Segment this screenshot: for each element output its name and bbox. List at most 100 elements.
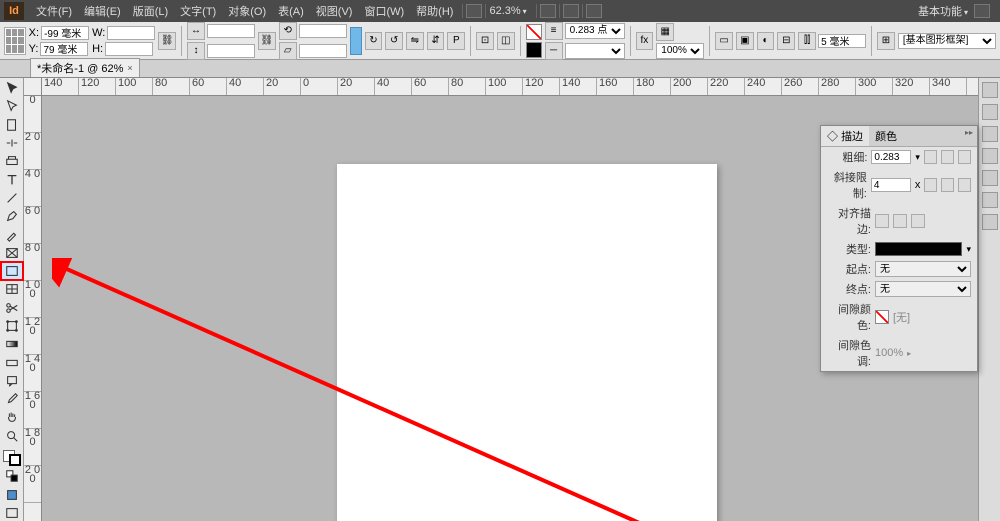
view-mode-icon[interactable] bbox=[2, 505, 22, 521]
flip-v-icon[interactable]: ⇵ bbox=[427, 32, 445, 50]
align-center-icon[interactable] bbox=[875, 214, 889, 228]
scissors-tool[interactable] bbox=[2, 300, 22, 316]
cc-libraries-panel-icon[interactable] bbox=[982, 214, 998, 230]
search-icon[interactable] bbox=[974, 4, 990, 18]
stroke-type-preview[interactable] bbox=[875, 242, 962, 256]
constrain-wh-icon[interactable]: ⛓ bbox=[158, 32, 176, 50]
cap-butt-icon[interactable] bbox=[924, 150, 937, 164]
arrange-docs-icon[interactable] bbox=[586, 4, 602, 18]
gutter-input[interactable] bbox=[818, 34, 866, 48]
hand-tool[interactable] bbox=[2, 409, 22, 425]
eyedropper-tool[interactable] bbox=[2, 391, 22, 407]
selection-tool[interactable] bbox=[2, 80, 22, 96]
document-tab[interactable]: *未命名-1 @ 62% × bbox=[30, 58, 140, 77]
stroke-tab[interactable]: ◇ 描边 bbox=[821, 126, 869, 146]
vertical-ruler[interactable]: 02 04 06 08 01 0 01 2 01 4 01 6 01 8 02 … bbox=[24, 96, 42, 521]
opacity-select[interactable]: 100% bbox=[656, 43, 704, 59]
align-outside-icon[interactable] bbox=[911, 214, 925, 228]
rotate-input[interactable] bbox=[299, 24, 347, 38]
h-input[interactable] bbox=[105, 42, 153, 56]
line-tool[interactable] bbox=[2, 190, 22, 206]
menu-object[interactable]: 对象(O) bbox=[222, 3, 272, 19]
gradient-feather-tool[interactable] bbox=[2, 354, 22, 370]
menu-window[interactable]: 窗口(W) bbox=[358, 3, 410, 19]
stroke-panel-icon[interactable] bbox=[982, 148, 998, 164]
end-select[interactable]: 无 bbox=[875, 281, 971, 297]
zoom-level[interactable]: 62.3% bbox=[489, 5, 533, 17]
table-tool[interactable] bbox=[2, 281, 22, 297]
note-tool[interactable] bbox=[2, 373, 22, 389]
shear-input[interactable] bbox=[299, 44, 347, 58]
fill-stroke-swatch[interactable] bbox=[3, 450, 21, 466]
y-input[interactable] bbox=[40, 42, 88, 56]
close-tab-icon[interactable]: × bbox=[127, 63, 132, 73]
text-wrap-jump-icon[interactable]: ⊟ bbox=[777, 32, 795, 50]
ruler-origin[interactable] bbox=[24, 78, 42, 96]
text-wrap-bbox-icon[interactable]: ▣ bbox=[736, 32, 754, 50]
w-input[interactable] bbox=[107, 26, 155, 40]
stroke-panel[interactable]: ◇ 描边 颜色 ▸▸ 粗细: ▾ 斜接限制: x 对齐描边: 类型: ▾ 起点:… bbox=[820, 125, 978, 372]
align-inside-icon[interactable] bbox=[893, 214, 907, 228]
frame-fitting-icon[interactable]: ⊞ bbox=[877, 32, 895, 50]
select-container-icon[interactable]: ⊡ bbox=[476, 32, 494, 50]
menu-view[interactable]: 视图(V) bbox=[310, 3, 359, 19]
select-content-icon[interactable]: ◫ bbox=[497, 32, 515, 50]
horizontal-ruler[interactable]: 1401201008060402002040608010012014016018… bbox=[42, 78, 978, 96]
workspace-switcher[interactable]: 基本功能 bbox=[918, 3, 968, 19]
effects-icon[interactable]: fx bbox=[636, 32, 654, 50]
fill-swatch[interactable] bbox=[526, 24, 542, 40]
gap-tool[interactable] bbox=[2, 135, 22, 151]
join-bevel-icon[interactable] bbox=[958, 178, 971, 192]
pages-panel-icon[interactable] bbox=[982, 82, 998, 98]
text-wrap-shape-icon[interactable]: ◐ bbox=[757, 32, 775, 50]
view-options-icon[interactable] bbox=[540, 4, 556, 18]
type-tool[interactable] bbox=[2, 171, 22, 187]
constrain-scale-icon[interactable]: ⛓ bbox=[258, 32, 276, 50]
cap-square-icon[interactable] bbox=[958, 150, 971, 164]
rectangle-tool[interactable] bbox=[2, 263, 22, 279]
free-transform-tool[interactable] bbox=[2, 318, 22, 334]
layers-panel-icon[interactable] bbox=[982, 104, 998, 120]
x-input[interactable] bbox=[41, 26, 89, 40]
color-tab[interactable]: 颜色 bbox=[869, 126, 903, 146]
menu-file[interactable]: 文件(F) bbox=[30, 3, 78, 19]
zoom-tool[interactable] bbox=[2, 428, 22, 444]
stroke-weight-select[interactable]: 0.283 点 bbox=[565, 23, 625, 39]
miter-input[interactable] bbox=[871, 178, 911, 192]
drop-shadow-icon[interactable]: ▦ bbox=[656, 23, 674, 41]
rotate-ccw-icon[interactable]: ↺ bbox=[385, 32, 403, 50]
text-wrap-none-icon[interactable]: ▭ bbox=[715, 32, 733, 50]
content-collector-tool[interactable] bbox=[2, 153, 22, 169]
gradient-swatch-tool[interactable] bbox=[2, 336, 22, 352]
page-tool[interactable] bbox=[2, 117, 22, 133]
rotate-cw-icon[interactable]: ↻ bbox=[365, 32, 383, 50]
pen-tool[interactable] bbox=[2, 208, 22, 224]
menu-edit[interactable]: 编辑(E) bbox=[78, 3, 127, 19]
stroke-swatch[interactable] bbox=[526, 42, 542, 58]
pencil-tool[interactable] bbox=[2, 226, 22, 242]
panel-collapse-icon[interactable]: ▸▸ bbox=[961, 126, 977, 146]
menu-layout[interactable]: 版面(L) bbox=[127, 3, 174, 19]
object-style-select[interactable]: [基本图形框架] bbox=[898, 33, 996, 49]
cap-round-icon[interactable] bbox=[941, 150, 954, 164]
rectangle-frame-tool[interactable] bbox=[2, 245, 22, 261]
menu-text[interactable]: 文字(T) bbox=[174, 3, 222, 19]
flip-h-icon[interactable]: ⇋ bbox=[406, 32, 424, 50]
join-miter-icon[interactable] bbox=[924, 178, 937, 192]
direct-selection-tool[interactable] bbox=[2, 98, 22, 114]
menu-help[interactable]: 帮助(H) bbox=[410, 3, 459, 19]
start-select[interactable]: 无 bbox=[875, 261, 971, 277]
menu-table[interactable]: 表(A) bbox=[272, 3, 310, 19]
reference-point-grid[interactable] bbox=[4, 27, 26, 55]
screen-mode-icon[interactable] bbox=[563, 4, 579, 18]
scale-y-input[interactable] bbox=[207, 44, 255, 58]
bridge-icon[interactable] bbox=[466, 4, 482, 18]
document-page[interactable] bbox=[337, 164, 717, 521]
weight-input[interactable] bbox=[871, 150, 911, 164]
swatches-panel-icon[interactable] bbox=[982, 192, 998, 208]
scale-x-input[interactable] bbox=[207, 24, 255, 38]
gap-color-swatch[interactable] bbox=[875, 310, 889, 324]
default-fill-stroke-icon[interactable] bbox=[2, 468, 22, 484]
apply-color-icon[interactable] bbox=[2, 487, 22, 503]
para-style-icon[interactable]: P bbox=[447, 32, 465, 50]
